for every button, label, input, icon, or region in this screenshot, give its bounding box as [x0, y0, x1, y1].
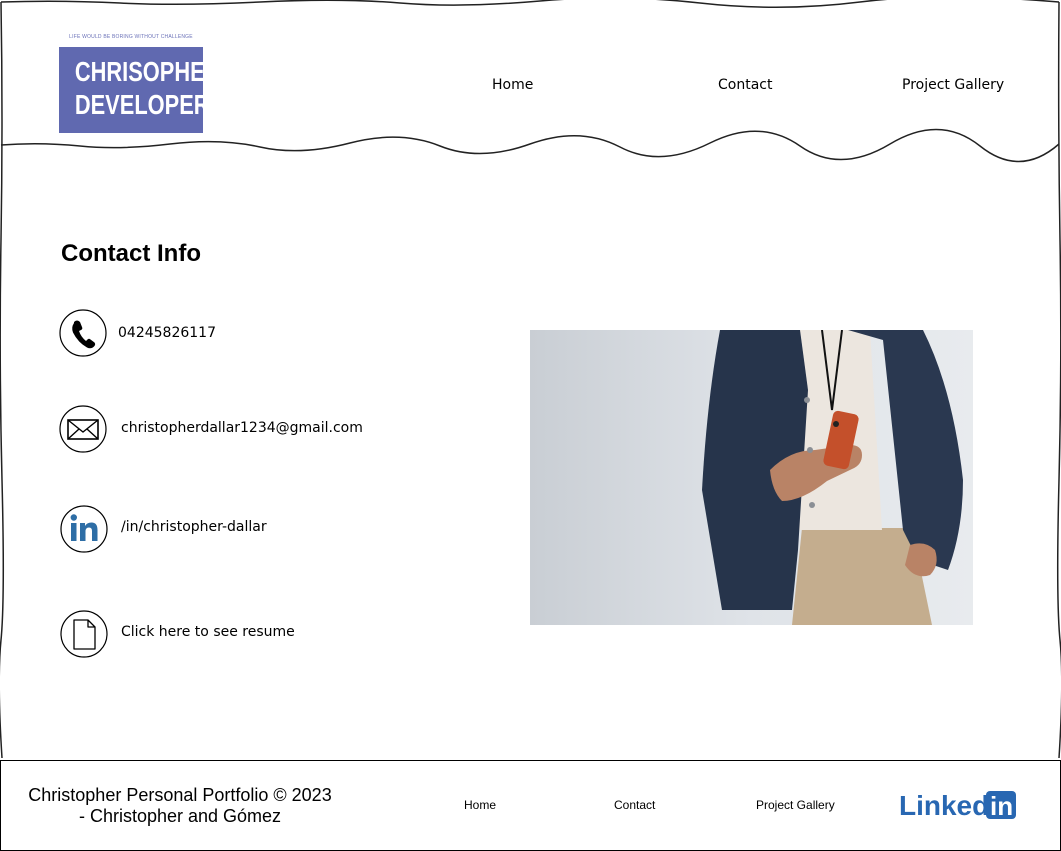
footer-home-link[interactable]: Home: [464, 798, 496, 812]
resume-link[interactable]: Click here to see resume: [121, 624, 295, 640]
copyright-line-1: Christopher Personal Portfolio © 2023: [28, 785, 332, 805]
document-icon: [60, 610, 108, 658]
linkedin-icon: [60, 505, 108, 553]
copyright-text: Christopher Personal Portfolio © 2023 - …: [25, 785, 335, 827]
footer-contact-link[interactable]: Contact: [614, 798, 655, 812]
phone-number[interactable]: 04245826117: [118, 325, 216, 341]
copyright-line-2: - Christopher and Gómez: [78, 806, 282, 826]
linkedin-logo-word: Linked: [899, 790, 989, 821]
footer-project-gallery-link[interactable]: Project Gallery: [756, 798, 835, 812]
site-logo[interactable]: LIFE WOULD BE BORING WITHOUT CHALLENGE C…: [59, 33, 221, 133]
logo-line-name: CHRISOPHER: [74, 56, 221, 87]
linkedin-logo-in: in: [990, 791, 1013, 821]
page-title: Contact Info: [61, 240, 201, 267]
linkedin-handle[interactable]: /in/christopher-dallar: [121, 519, 267, 535]
profile-photo: [530, 330, 973, 625]
logo-tagline: LIFE WOULD BE BORING WITHOUT CHALLENGE: [69, 34, 193, 40]
envelope-icon: [59, 405, 107, 453]
nav-contact-link[interactable]: Contact: [718, 77, 772, 93]
nav-project-gallery-link[interactable]: Project Gallery: [902, 77, 1004, 93]
email-address[interactable]: christopherdallar1234@gmail.com: [121, 420, 363, 436]
nav-home-link[interactable]: Home: [492, 77, 533, 93]
logo-line-role: DEVELOPER: [74, 89, 210, 120]
linkedin-logo-icon[interactable]: Linked in: [899, 789, 1019, 821]
phone-icon: [59, 309, 107, 357]
